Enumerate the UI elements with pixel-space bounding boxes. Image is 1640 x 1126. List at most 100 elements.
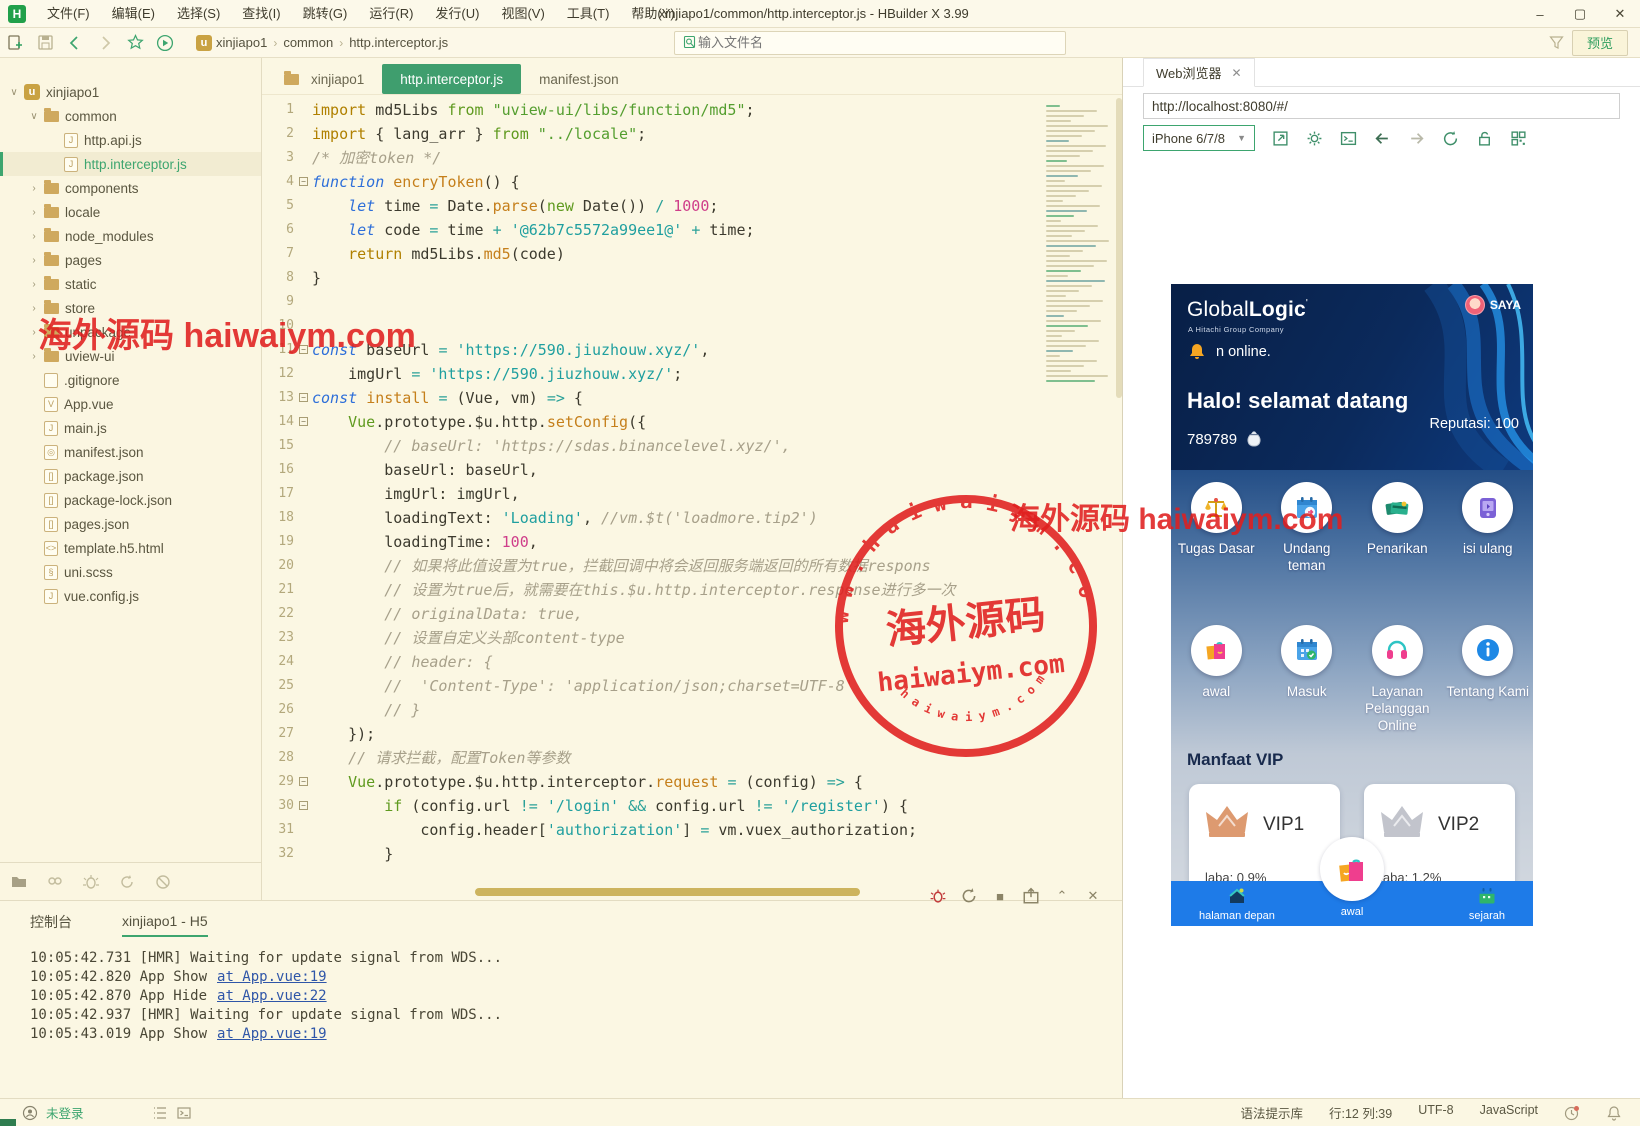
menu-item[interactable]: 编辑(E) xyxy=(101,0,166,28)
code-area[interactable]: 1 import md5Libs from "uview-ui/libs/func… xyxy=(262,98,1040,922)
tree-item-store[interactable]: › store xyxy=(0,296,261,320)
quick-action-penarikan[interactable]: Penarikan xyxy=(1352,482,1443,575)
preview-button[interactable]: 预览 xyxy=(1571,29,1628,56)
stop-icon[interactable]: ■ xyxy=(991,887,1009,905)
collapse-panel-icon[interactable]: ⌃ xyxy=(1053,887,1071,905)
editor-tab-http-interceptor-js[interactable]: http.interceptor.js xyxy=(382,64,522,94)
quick-action-tugas-dasar[interactable]: Tugas Dasar xyxy=(1171,482,1262,575)
tree-item-app-vue[interactable]: V App.vue xyxy=(0,392,261,416)
status-item[interactable]: UTF-8 xyxy=(1418,1103,1453,1122)
menu-item[interactable]: 视图(V) xyxy=(490,0,555,28)
chevron-icon[interactable]: › xyxy=(28,351,40,362)
nav-forward-icon[interactable] xyxy=(1408,130,1425,147)
settings-gear-icon[interactable] xyxy=(1306,130,1323,147)
tree-item-http-api-js[interactable]: Jhttp.api.js xyxy=(0,128,261,152)
tree-item-template-h5-html[interactable]: <> template.h5.html xyxy=(0,536,261,560)
tree-item-node-modules[interactable]: › node_modules xyxy=(0,224,261,248)
forward-button[interactable] xyxy=(90,30,120,56)
close-panel-icon[interactable]: ✕ xyxy=(1084,887,1102,905)
fold-marker-icon[interactable]: − xyxy=(299,801,308,810)
chevron-icon[interactable]: › xyxy=(28,303,40,314)
tree-item-components[interactable]: › components xyxy=(0,176,261,200)
file-search-box[interactable] xyxy=(674,30,1066,55)
quick-action-layanan-pelanggan-online[interactable]: Layanan Pelanggan Online xyxy=(1352,624,1443,735)
new-file-button[interactable] xyxy=(0,30,30,56)
editor-tab-xinjiapo1[interactable]: xinjiapo1 xyxy=(262,64,382,94)
chevron-icon[interactable]: ∨ xyxy=(28,111,40,122)
nav-center-button[interactable] xyxy=(1320,837,1384,901)
browser-tab[interactable]: Web浏览器 ✕ xyxy=(1143,58,1255,87)
file-search-input[interactable] xyxy=(698,35,1038,50)
menu-item[interactable]: 查找(I) xyxy=(231,0,291,28)
log-source-link[interactable]: at App.vue:22 xyxy=(217,988,327,1004)
breadcrumb-segment[interactable]: xinjiapo1 xyxy=(216,35,267,50)
address-bar[interactable] xyxy=(1143,93,1620,119)
breadcrumb-segment[interactable]: http.interceptor.js xyxy=(349,35,448,50)
chevron-icon[interactable]: › xyxy=(28,327,40,338)
qr-code-icon[interactable] xyxy=(1510,130,1527,147)
menu-item[interactable]: 工具(T) xyxy=(556,0,621,28)
close-button[interactable]: ✕ xyxy=(1600,0,1640,28)
tree-item-manifest-json[interactable]: ◎ manifest.json xyxy=(0,440,261,464)
editor-tab-manifest-json[interactable]: manifest.json xyxy=(521,64,637,94)
status-item[interactable]: 行:12 列:39 xyxy=(1329,1103,1392,1122)
log-source-link[interactable]: at App.vue:19 xyxy=(217,1026,327,1042)
quick-action-tentang-kami[interactable]: Tentang Kami xyxy=(1443,624,1534,735)
fold-marker-icon[interactable]: − xyxy=(299,417,308,426)
url-input[interactable] xyxy=(1152,98,1611,114)
restart-icon[interactable] xyxy=(960,887,978,905)
back-button[interactable] xyxy=(60,30,90,56)
tree-item-xinjiapo1[interactable]: ∨ u xinjiapo1 xyxy=(0,80,261,104)
refresh-view-icon[interactable] xyxy=(118,873,136,891)
minimap[interactable] xyxy=(1042,98,1114,538)
browser-tab-close-icon[interactable]: ✕ xyxy=(1232,66,1242,80)
reload-icon[interactable] xyxy=(1442,130,1459,147)
open-external-icon[interactable] xyxy=(1272,130,1289,147)
device-select[interactable]: iPhone 6/7/8 ▼ xyxy=(1143,125,1255,151)
vip-card-vip2[interactable]: VIP2 laba: 1.2% xyxy=(1364,784,1515,896)
chevron-icon[interactable]: › xyxy=(28,231,40,242)
tree-item-vue-config-js[interactable]: Jvue.config.js xyxy=(0,584,261,608)
bookmark-button[interactable] xyxy=(120,30,150,56)
tree-item--gitignore[interactable]: .gitignore xyxy=(0,368,261,392)
nav-back-icon[interactable] xyxy=(1374,130,1391,147)
export-log-icon[interactable] xyxy=(1022,887,1040,905)
tree-item-package-lock-json[interactable]: [] package-lock.json xyxy=(0,488,261,512)
breadcrumb[interactable]: u xinjiapo1 › common › http.interceptor.js xyxy=(196,31,666,55)
chevron-icon[interactable]: › xyxy=(28,255,40,266)
status-item[interactable]: 语法提示库 xyxy=(1240,1103,1303,1122)
tree-item-uni-scss[interactable]: § uni.scss xyxy=(0,560,261,584)
account-icon[interactable] xyxy=(22,1105,38,1121)
console-tab--[interactable]: 控制台 xyxy=(30,912,72,938)
log-source-link[interactable]: at App.vue:19 xyxy=(217,969,327,985)
debug-run-icon[interactable] xyxy=(929,887,947,905)
menu-item[interactable]: 选择(S) xyxy=(166,0,231,28)
fold-marker-icon[interactable]: − xyxy=(299,345,308,354)
debug-icon[interactable] xyxy=(82,873,100,891)
maximize-button[interactable]: ▢ xyxy=(1560,0,1600,28)
fold-marker-icon[interactable]: − xyxy=(299,177,308,186)
save-button[interactable] xyxy=(30,30,60,56)
project-view-icon[interactable] xyxy=(10,873,28,891)
outline-icon[interactable] xyxy=(152,1105,168,1121)
menu-item[interactable]: 发行(U) xyxy=(424,0,490,28)
tree-item-static[interactable]: › static xyxy=(0,272,261,296)
terminal-icon[interactable] xyxy=(176,1105,192,1121)
notification-bell-icon[interactable] xyxy=(1606,1105,1622,1121)
filter-button[interactable] xyxy=(1542,30,1572,56)
minimize-button[interactable]: – xyxy=(1520,0,1560,28)
disable-debug-icon[interactable] xyxy=(154,873,172,891)
login-status[interactable]: 未登录 xyxy=(46,1103,84,1122)
console-tab-xinjiapo1-H5[interactable]: xinjiapo1 - H5 xyxy=(122,913,208,937)
tree-item-http-interceptor-js[interactable]: Jhttp.interceptor.js xyxy=(0,152,261,176)
quick-action-isi-ulang[interactable]: isi ulang xyxy=(1443,482,1534,575)
history-clock-icon[interactable] xyxy=(1564,1105,1580,1121)
find-in-files-icon[interactable] xyxy=(46,873,64,891)
menu-item[interactable]: 跳转(G) xyxy=(292,0,359,28)
profile-button[interactable]: SAYA xyxy=(1464,295,1521,315)
notice-marquee[interactable]: n online. xyxy=(1187,342,1271,362)
tree-item-locale[interactable]: › locale xyxy=(0,200,261,224)
tree-item-common[interactable]: ∨ common xyxy=(0,104,261,128)
tree-item-main-js[interactable]: Jmain.js xyxy=(0,416,261,440)
chevron-icon[interactable]: › xyxy=(28,279,40,290)
